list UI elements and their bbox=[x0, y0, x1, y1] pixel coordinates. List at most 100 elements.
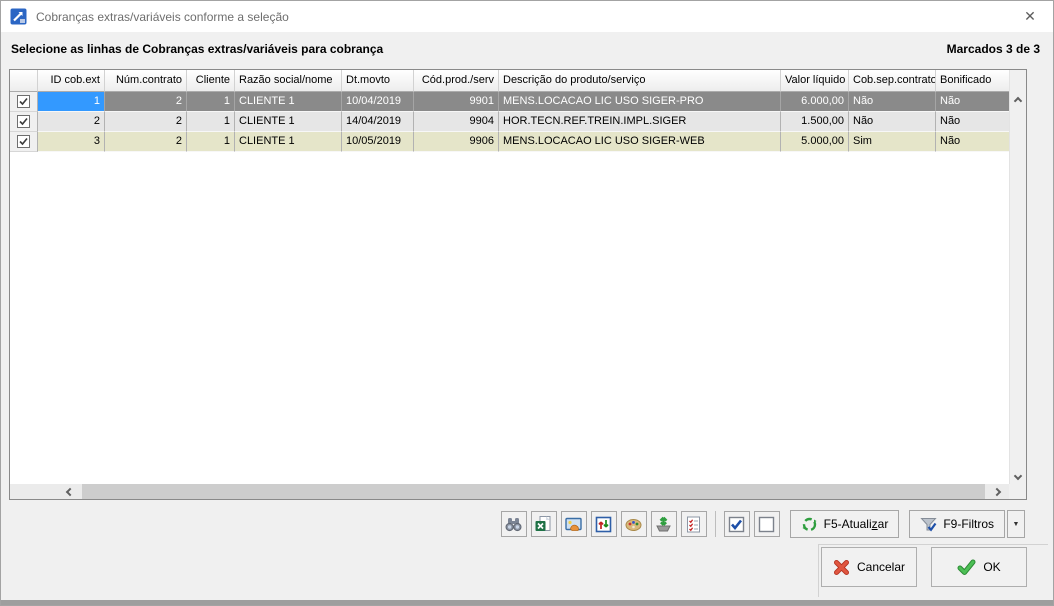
ok-label: OK bbox=[983, 560, 1001, 574]
export-download-button[interactable] bbox=[650, 511, 677, 537]
excel-export-icon bbox=[535, 515, 551, 531]
header-descricao[interactable]: Descrição do produto/serviço bbox=[499, 70, 781, 92]
cell-valor[interactable]: 6.000,00 bbox=[781, 92, 849, 112]
table-row[interactable]: 2 2 1 CLIENTE 1 14/04/2019 9904 HOR.TECN… bbox=[10, 112, 1009, 132]
header-cliente[interactable]: Cliente bbox=[187, 70, 235, 92]
row-checkbox-cell bbox=[10, 112, 38, 132]
header-codprod[interactable]: Cód.prod./serv bbox=[414, 70, 499, 92]
search-button[interactable] bbox=[500, 511, 527, 537]
scroll-left-button[interactable] bbox=[58, 484, 82, 499]
ok-check-icon bbox=[957, 559, 976, 575]
scroll-up-icon[interactable] bbox=[1013, 96, 1023, 106]
ok-button[interactable]: OK bbox=[931, 547, 1027, 587]
cell-contrato[interactable]: 2 bbox=[105, 132, 187, 152]
palette-button[interactable] bbox=[620, 511, 647, 537]
horizontal-scrollbar[interactable] bbox=[10, 484, 1009, 499]
cell-dtmovto[interactable]: 14/04/2019 bbox=[342, 112, 414, 132]
cell-dtmovto[interactable]: 10/05/2019 bbox=[342, 132, 414, 152]
sort-values-icon bbox=[595, 516, 612, 532]
cell-codprod[interactable]: 9904 bbox=[414, 112, 499, 132]
vertical-scrollbar[interactable] bbox=[1009, 70, 1026, 484]
cell-codprod[interactable]: 9901 bbox=[414, 92, 499, 112]
sort-values-button[interactable] bbox=[590, 511, 617, 537]
cell-cliente[interactable]: 1 bbox=[187, 132, 235, 152]
cell-contrato[interactable]: 2 bbox=[105, 92, 187, 112]
cell-razao[interactable]: CLIENTE 1 bbox=[235, 132, 342, 152]
table-row[interactable]: 1 2 1 CLIENTE 1 10/04/2019 9901 MENS.LOC… bbox=[10, 92, 1009, 112]
title-bar: Cobranças extras/variáveis conforme a se… bbox=[1, 1, 1053, 32]
cell-id[interactable]: 1 bbox=[38, 92, 105, 112]
filter-funnel-icon bbox=[920, 517, 937, 532]
header-valor[interactable]: Valor líquido bbox=[781, 70, 849, 92]
export-download-icon bbox=[656, 516, 671, 531]
excel-export-button[interactable] bbox=[530, 511, 557, 537]
table-row[interactable]: 3 2 1 CLIENTE 1 10/05/2019 9906 MENS.LOC… bbox=[10, 132, 1009, 152]
row-checkbox-cell bbox=[10, 132, 38, 152]
scroll-right-button[interactable] bbox=[985, 484, 1009, 499]
close-icon: ✕ bbox=[1024, 8, 1036, 24]
header-check[interactable] bbox=[10, 70, 38, 92]
uncheck-all-button[interactable] bbox=[753, 511, 780, 537]
cell-cobsep[interactable]: Sim bbox=[849, 132, 936, 152]
scroll-right-icon bbox=[992, 487, 1002, 496]
check-icon bbox=[19, 97, 28, 106]
cell-valor[interactable]: 1.500,00 bbox=[781, 112, 849, 132]
app-logo-icon bbox=[10, 8, 27, 25]
cell-bonificado[interactable]: Não bbox=[936, 92, 1009, 112]
cell-id[interactable]: 3 bbox=[38, 132, 105, 152]
cell-razao[interactable]: CLIENTE 1 bbox=[235, 92, 342, 112]
image-export-icon bbox=[565, 517, 582, 531]
cell-valor[interactable]: 5.000,00 bbox=[781, 132, 849, 152]
close-button[interactable]: ✕ bbox=[1007, 1, 1053, 32]
check-all-icon bbox=[728, 516, 745, 532]
uncheck-all-icon bbox=[758, 516, 775, 532]
cell-descricao[interactable]: HOR.TECN.REF.TREIN.IMPL.SIGER bbox=[499, 112, 781, 132]
window-title: Cobranças extras/variáveis conforme a se… bbox=[36, 9, 289, 24]
cell-dtmovto[interactable]: 10/04/2019 bbox=[342, 92, 414, 112]
cell-descricao[interactable]: MENS.LOCACAO LIC USO SIGER-PRO bbox=[499, 92, 781, 112]
scroll-left-icon bbox=[65, 487, 75, 496]
cell-cliente[interactable]: 1 bbox=[187, 112, 235, 132]
header-id[interactable]: ID cob.ext bbox=[38, 70, 105, 92]
refresh-icon bbox=[802, 517, 817, 531]
checklist-button[interactable] bbox=[680, 511, 707, 537]
row-checkbox[interactable] bbox=[17, 135, 30, 148]
checklist-icon bbox=[687, 516, 701, 532]
header-bonificado[interactable]: Bonificado bbox=[936, 70, 1009, 92]
dialog-window: Cobranças extras/variáveis conforme a se… bbox=[0, 0, 1054, 606]
filters-dropdown-button[interactable]: ▼ bbox=[1007, 510, 1025, 538]
cell-cliente[interactable]: 1 bbox=[187, 92, 235, 112]
grid-body: ID cob.ext Núm.contrato Cliente Razão so… bbox=[10, 70, 1009, 152]
check-all-button[interactable] bbox=[723, 511, 750, 537]
row-checkbox-cell bbox=[10, 92, 38, 112]
cell-codprod[interactable]: 9906 bbox=[414, 132, 499, 152]
image-export-button[interactable] bbox=[560, 511, 587, 537]
cell-bonificado[interactable]: Não bbox=[936, 132, 1009, 152]
row-checkbox[interactable] bbox=[17, 95, 30, 108]
palette-icon bbox=[625, 518, 642, 531]
cell-cobsep[interactable]: Não bbox=[849, 112, 936, 132]
cell-bonificado[interactable]: Não bbox=[936, 112, 1009, 132]
hscroll-thumb[interactable] bbox=[82, 484, 985, 499]
cell-contrato[interactable]: 2 bbox=[105, 112, 187, 132]
cell-razao[interactable]: CLIENTE 1 bbox=[235, 112, 342, 132]
cell-cobsep[interactable]: Não bbox=[849, 92, 936, 112]
row-checkbox[interactable] bbox=[17, 115, 30, 128]
cancel-button[interactable]: Cancelar bbox=[821, 547, 917, 587]
filters-label: F9-Filtros bbox=[943, 517, 994, 531]
header-dtmovto[interactable]: Dt.movto bbox=[342, 70, 414, 92]
marked-count-label: Marcados 3 de 3 bbox=[946, 42, 1040, 56]
selection-grid: ID cob.ext Núm.contrato Cliente Razão so… bbox=[9, 69, 1027, 500]
cell-descricao[interactable]: MENS.LOCACAO LIC USO SIGER-WEB bbox=[499, 132, 781, 152]
check-icon bbox=[19, 137, 28, 146]
refresh-button[interactable]: F5-Atualizar bbox=[789, 510, 900, 538]
header-razao[interactable]: Razão social/nome bbox=[235, 70, 342, 92]
filters-button[interactable]: F9-Filtros bbox=[909, 510, 1005, 538]
header-contrato[interactable]: Núm.contrato bbox=[105, 70, 187, 92]
cell-id[interactable]: 2 bbox=[38, 112, 105, 132]
hscroll-track-start bbox=[10, 484, 58, 499]
binoculars-icon bbox=[505, 517, 522, 531]
scroll-down-icon[interactable] bbox=[1013, 471, 1023, 481]
check-icon bbox=[19, 117, 28, 126]
header-cobsep[interactable]: Cob.sep.contrato bbox=[849, 70, 936, 92]
